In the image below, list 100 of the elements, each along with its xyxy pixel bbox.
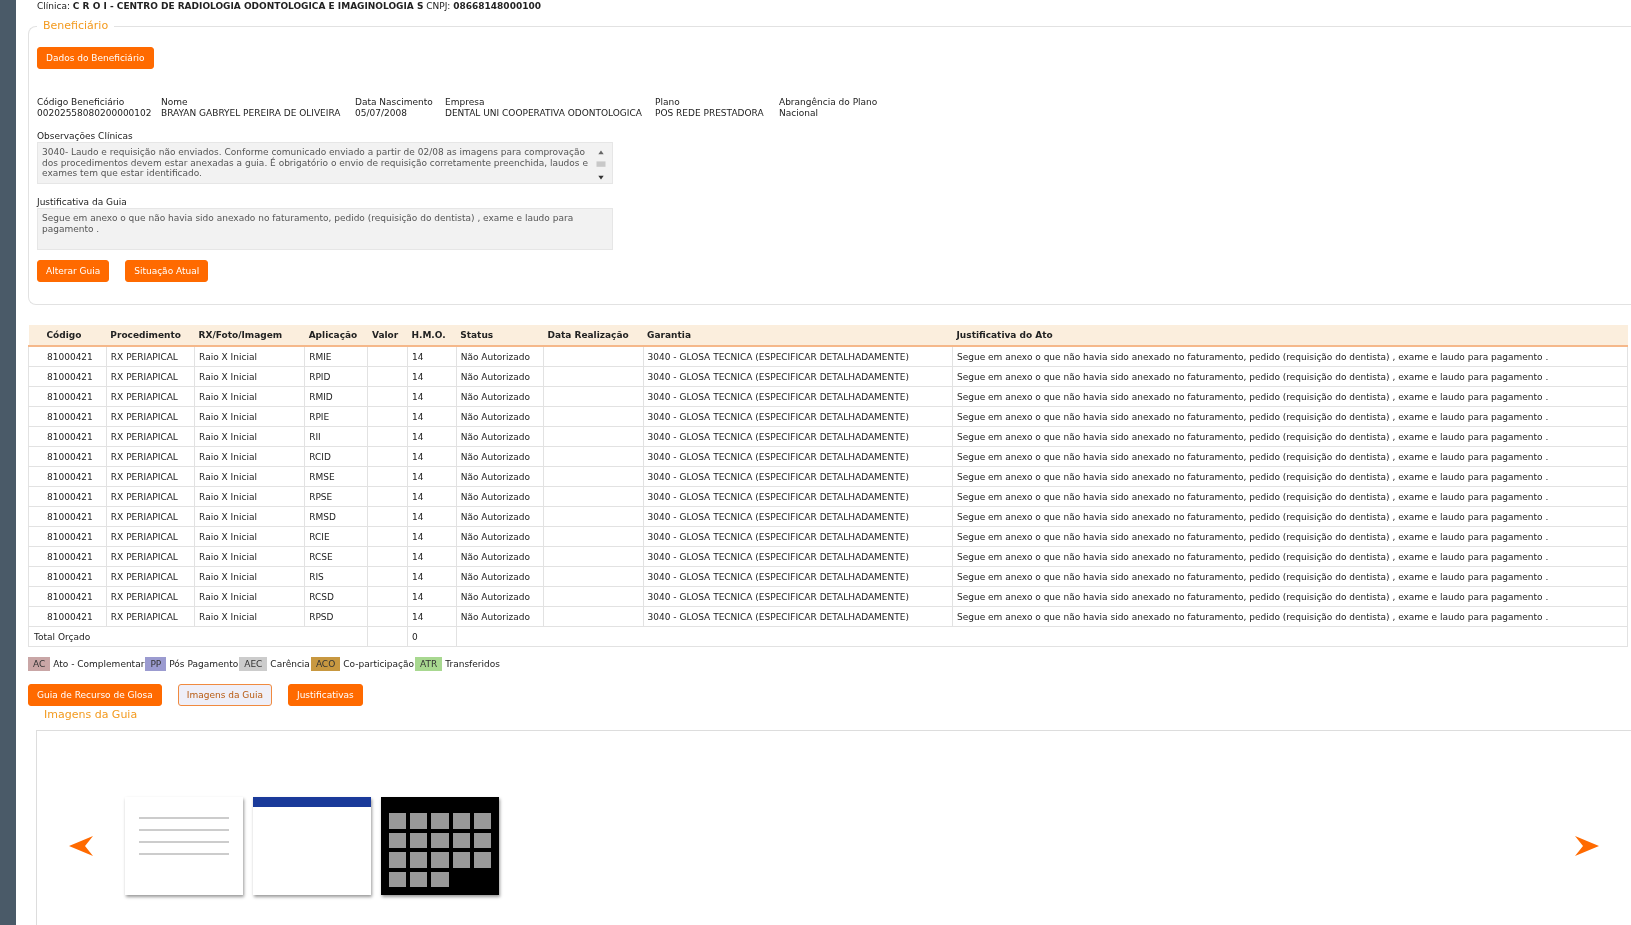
tab-button[interactable]: Guia de Recurso de Glosa	[28, 684, 162, 706]
table-cell: RPSD	[304, 606, 368, 627]
xray-thumbnail[interactable]	[381, 797, 499, 895]
table-cell: 81000421	[28, 366, 107, 387]
table-cell: Raio X Inicial	[194, 446, 305, 467]
table-cell: Não Autorizado	[456, 486, 544, 507]
table-cell: Raio X Inicial	[194, 426, 305, 447]
legend-label: Carência	[269, 659, 311, 669]
table-cell: Raio X Inicial	[194, 566, 305, 587]
table-cell: Raio X Inicial	[194, 346, 305, 367]
table-cell: Não Autorizado	[456, 406, 544, 427]
table-cell: Raio X Inicial	[194, 586, 305, 607]
table-cell: 3040 - GLOSA TECNICA (ESPECIFICAR DETALHADAMENTE)	[643, 566, 953, 587]
table-cell: 3040 - GLOSA TECNICA (ESPECIFICAR DETALHADAMENTE)	[643, 546, 953, 567]
table-cell: RMID	[304, 386, 368, 407]
table-cell: 14	[407, 586, 457, 607]
table-cell: 81000421	[28, 386, 107, 407]
field-label: Empresa	[445, 97, 486, 108]
field-value: BRAYAN GABRYEL PEREIRA DE OLIVEIRA	[161, 107, 342, 118]
details-button[interactable]: Dados do Beneficiário	[37, 47, 154, 69]
legend-label: Transferidos	[444, 659, 501, 669]
legend-badge: ATR	[415, 657, 443, 671]
legend-label: Co-participação	[342, 659, 416, 669]
table-cell: Segue em anexo o que não havia sido anexado no faturamento, pedido (requisição do dentista) , exame e laudo para pagamento .	[952, 366, 1628, 387]
table-cell: 81000421	[28, 606, 107, 627]
table-cell: RX PERIAPICAL	[106, 606, 195, 627]
field-label: Data Nascimento	[355, 97, 434, 108]
table-cell: Não Autorizado	[456, 546, 544, 567]
table-cell: 14	[407, 566, 457, 587]
document-thumbnail[interactable]	[253, 797, 371, 895]
table-cell: Segue em anexo o que não havia sido anexado no faturamento, pedido (requisição do dentista) , exame e laudo para pagamento .	[952, 346, 1628, 367]
table-cell: 3040 - GLOSA TECNICA (ESPECIFICAR DETALHADAMENTE)	[643, 406, 953, 427]
table-cell: 81000421	[28, 526, 107, 547]
column-header: Garantia	[643, 325, 953, 346]
table-cell: Raio X Inicial	[194, 366, 305, 387]
action-button[interactable]: Alterar Guia	[37, 260, 110, 282]
table-cell: RCID	[304, 446, 368, 467]
table-cell: RX PERIAPICAL	[106, 446, 195, 467]
table-cell: 3040 - GLOSA TECNICA (ESPECIFICAR DETALHADAMENTE)	[643, 466, 953, 487]
table-cell: 14	[407, 366, 457, 387]
field-label: Observações Clínicas	[37, 130, 134, 142]
table-cell: RX PERIAPICAL	[106, 566, 195, 587]
justification-field[interactable]: Segue em anexo o que não havia sido anexado no faturamento, pedido (requisição do dentista) , exame e laudo para pagamento .	[37, 208, 613, 250]
table-cell: RPID	[304, 366, 368, 387]
table-cell: 14	[407, 426, 457, 447]
table-cell: 14	[407, 406, 457, 427]
table-cell: Não Autorizado	[456, 606, 544, 627]
table-cell: Não Autorizado	[456, 506, 544, 527]
table-cell: RPSE	[304, 486, 368, 507]
table-cell: 14	[407, 486, 457, 507]
table-cell: Segue em anexo o que não havia sido anexado no faturamento, pedido (requisição do dentista) , exame e laudo para pagamento .	[952, 486, 1628, 507]
table-cell: RX PERIAPICAL	[106, 426, 195, 447]
table-cell: Segue em anexo o que não havia sido anexado no faturamento, pedido (requisição do dentista) , exame e laudo para pagamento .	[952, 606, 1628, 627]
table-cell: RX PERIAPICAL	[106, 406, 195, 427]
tab-button[interactable]: Justificativas	[288, 684, 363, 706]
table-cell: Não Autorizado	[456, 526, 544, 547]
table-cell: RX PERIAPICAL	[106, 506, 195, 527]
field-label: Abrangência do Plano	[779, 97, 878, 108]
document-thumbnail[interactable]	[125, 797, 243, 895]
table-cell: 14	[407, 466, 457, 487]
action-button[interactable]: Situação Atual	[125, 260, 209, 282]
table-cell: RII	[304, 426, 368, 447]
field-value: POS REDE PRESTADORA	[655, 107, 765, 118]
table-cell: 14	[407, 526, 457, 547]
table-cell: Não Autorizado	[456, 426, 544, 447]
table-cell: Segue em anexo o que não havia sido anexado no faturamento, pedido (requisição do dentista) , exame e laudo para pagamento .	[952, 386, 1628, 407]
table-cell: Raio X Inicial	[194, 546, 305, 567]
legend-badge: PP	[145, 657, 167, 671]
table-cell: 14	[407, 546, 457, 567]
table-cell: 81000421	[28, 346, 107, 367]
table-cell: 81000421	[28, 426, 107, 447]
next-arrow-icon[interactable]	[1573, 834, 1601, 858]
table-cell: 81000421	[28, 486, 107, 507]
table-cell: 3040 - GLOSA TECNICA (ESPECIFICAR DETALHADAMENTE)	[643, 386, 953, 407]
table-cell: RCSD	[304, 586, 368, 607]
table-cell: 81000421	[28, 546, 107, 567]
table-cell: Raio X Inicial	[194, 506, 305, 527]
table-cell: Segue em anexo o que não havia sido anexado no faturamento, pedido (requisição do dentista) , exame e laudo para pagamento .	[952, 446, 1628, 467]
field-label: Justificativa da Guia	[37, 196, 128, 208]
table-cell: Segue em anexo o que não havia sido anexado no faturamento, pedido (requisição do dentista) , exame e laudo para pagamento .	[952, 466, 1628, 487]
table-cell: 81000421	[28, 466, 107, 487]
table-cell: Não Autorizado	[456, 446, 544, 467]
table-cell: Raio X Inicial	[194, 386, 305, 407]
table-cell: 14	[407, 506, 457, 527]
tab-button[interactable]: Imagens da Guia	[177, 684, 272, 706]
notes-field[interactable]: 3040- Laudo e requisição não enviados. Conforme comunicado enviado a partir de 02/08 as imagens para comprovação dos procedimentos devem estar anexadas a guia. É obrigatório o envio de requisição corretamente preenchida, laudos e exames tem que estar identificado.	[37, 142, 613, 184]
table-cell: 81000421	[28, 406, 107, 427]
table-cell: 14	[407, 446, 457, 467]
table-cell: 3040 - GLOSA TECNICA (ESPECIFICAR DETALHADAMENTE)	[643, 346, 953, 367]
column-header: RX/Foto/Imagem	[194, 325, 305, 346]
total-label: Total Orçado	[28, 626, 368, 647]
legend-label: Ato - Complementar	[52, 659, 146, 669]
table-cell: RX PERIAPICAL	[106, 546, 195, 567]
table-cell: Raio X Inicial	[194, 526, 305, 547]
clinic-info: Clínica: C R O I - CENTRO DE RADIOLOGIA ODONTOLOGICA E IMAGINOLOGIA S CNPJ: 08668148000100	[36, 1, 542, 12]
table-cell: Não Autorizado	[456, 366, 544, 387]
previous-arrow-icon[interactable]	[67, 834, 95, 858]
table-cell: Não Autorizado	[456, 566, 544, 587]
column-header: Data Realização	[543, 325, 644, 346]
table-cell: 3040 - GLOSA TECNICA (ESPECIFICAR DETALHADAMENTE)	[643, 486, 953, 507]
